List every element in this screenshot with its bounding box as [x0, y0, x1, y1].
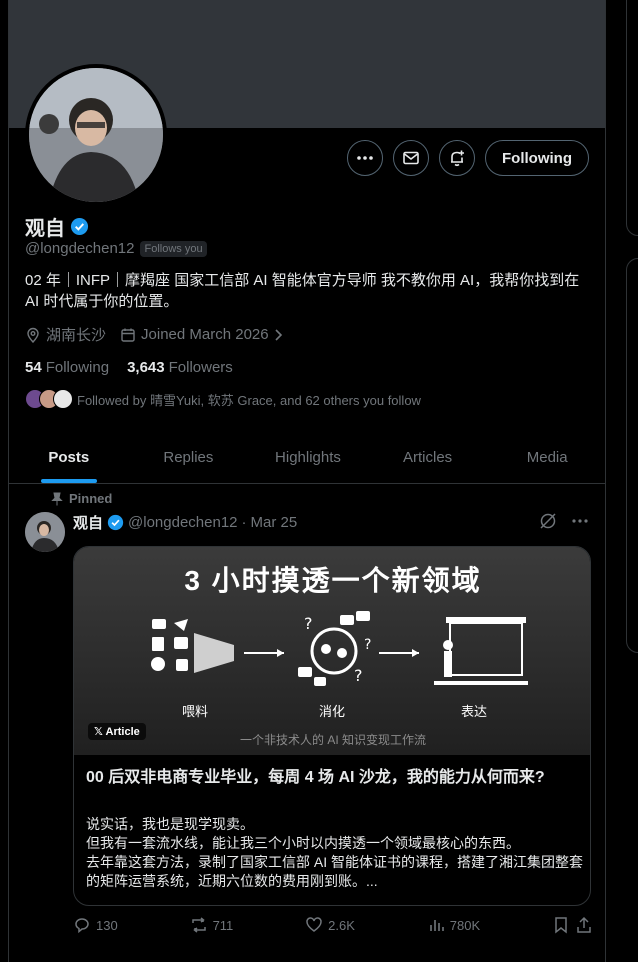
dot-separator: ·: [241, 514, 247, 531]
step-digest-label: 消化: [319, 704, 346, 719]
like-count: 2.6K: [328, 917, 355, 933]
step-feed-label: 喂料: [182, 704, 209, 719]
profile-column: Following 观自 @longdechen12 Follows you 0…: [8, 0, 606, 962]
joined-item[interactable]: Joined March 2026: [120, 326, 284, 343]
followers-label: Followers: [168, 359, 233, 376]
profile-name: 观自: [25, 218, 65, 240]
workflow-illustration: ? ? ?: [151, 611, 528, 686]
grok-icon[interactable]: [539, 512, 557, 530]
verified-icon: [107, 514, 124, 531]
following-stat[interactable]: 54 Following: [25, 359, 109, 376]
more-icon[interactable]: [571, 512, 589, 530]
following-label: Following: [45, 359, 110, 376]
article-excerpt: 说实话，我也是现学现卖。 但我有一套流水线，能让我三个小时以内摸透一个领域最核心…: [86, 816, 584, 889]
profile-actions: Following: [347, 140, 589, 176]
right-sidebar-panel: [626, 0, 638, 236]
reply-count: 130: [96, 917, 118, 933]
tab-posts[interactable]: Posts: [9, 432, 129, 483]
profile-handle-row: @longdechen12 Follows you: [25, 240, 207, 257]
share-icon[interactable]: [575, 916, 593, 934]
notifications-button[interactable]: [439, 140, 476, 176]
bookmark-icon: [555, 917, 567, 934]
profile-tabs: Posts Replies Highlights Articles Media: [9, 432, 605, 484]
heart-icon: [306, 917, 322, 932]
views-count: 780K: [449, 917, 481, 933]
article-cover-image: 3 小时摸透一个新领域 ? ? ? 喂料 消化 表达 一个非技术人的 AI 知识…: [74, 547, 590, 755]
tab-replies[interactable]: Replies: [129, 432, 249, 483]
tab-media[interactable]: Media: [487, 432, 605, 483]
location-pin-icon: [27, 327, 39, 343]
repost-button[interactable]: 711: [190, 916, 234, 934]
profile-name-row: 观自: [25, 212, 89, 241]
reply-button[interactable]: 130: [73, 916, 118, 934]
bell-plus-icon: [451, 150, 465, 167]
reply-icon: [75, 918, 89, 934]
profile-bio: 02 年｜INFP｜摩羯座 国家工信部 AI 智能体官方导师 我不教你用 AI，…: [25, 272, 580, 310]
post-header: 观自 @longdechen12 · Mar 25: [73, 512, 297, 533]
location-item: 湖南长沙: [25, 324, 106, 345]
views-button[interactable]: 780K: [427, 916, 480, 934]
followed-by-avatars: [25, 389, 73, 409]
follows-you-badge: Follows you: [140, 240, 207, 257]
svg-text:?: ?: [304, 614, 313, 633]
follow-stats: 54 Following 3,643 Followers: [25, 359, 233, 376]
more-icon: [357, 156, 373, 160]
repost-icon: [191, 917, 206, 933]
cover-caption: 一个非技术人的 AI 知识变现工作流: [239, 733, 426, 747]
views-chart-icon: [429, 920, 444, 931]
pinned-indicator: Pinned: [51, 491, 112, 506]
post-author-avatar[interactable]: [25, 512, 65, 552]
post-date[interactable]: Mar 25: [251, 514, 298, 531]
profile-handle: @longdechen12: [25, 240, 135, 257]
repost-count: 711: [212, 917, 234, 933]
bookmark-button[interactable]: [552, 916, 593, 934]
x-logo-icon: 𝕏: [94, 726, 106, 738]
article-badge: 𝕏 Article: [88, 723, 146, 740]
post-engagement-bar: 130 711 2.6K 780K: [73, 916, 593, 934]
following-count: 54: [25, 359, 42, 376]
post-author-name[interactable]: 观自: [73, 512, 103, 533]
joined-text: Joined March 2026: [141, 326, 269, 343]
followers-stat[interactable]: 3,643 Followers: [127, 359, 233, 376]
article-card[interactable]: 3 小时摸透一个新领域 ? ? ? 喂料 消化 表达 一个非技术人的 AI 知识…: [73, 546, 591, 906]
message-button[interactable]: [393, 140, 430, 176]
following-button[interactable]: Following: [485, 140, 589, 176]
calendar-icon: [121, 328, 135, 342]
verified-icon[interactable]: [70, 217, 89, 236]
chevron-right-icon: [275, 328, 282, 341]
location-text: 湖南长沙: [46, 327, 107, 344]
mini-avatar: [53, 389, 73, 409]
tab-highlights[interactable]: Highlights: [248, 432, 368, 483]
cover-title: 3 小时摸透一个新领域: [184, 565, 482, 596]
envelope-icon: [403, 151, 419, 165]
profile-meta: 湖南长沙 Joined March 2026: [25, 324, 284, 345]
right-sidebar-panel: [626, 258, 638, 653]
article-badge-text: Article: [105, 726, 140, 738]
profile-avatar[interactable]: [25, 64, 167, 206]
more-options-button[interactable]: [347, 140, 384, 176]
pinned-label: Pinned: [69, 491, 113, 506]
post-header-actions: [539, 512, 589, 530]
svg-text:?: ?: [354, 666, 363, 685]
followed-by-text: Followed by 晴雪Yuki, 软苏 Grace, and 62 oth…: [77, 392, 421, 408]
tab-articles[interactable]: Articles: [368, 432, 488, 483]
like-button[interactable]: 2.6K: [305, 916, 355, 934]
step-express-label: 表达: [461, 704, 488, 719]
post-author-handle[interactable]: @longdechen12: [128, 514, 237, 531]
svg-text:?: ?: [364, 637, 371, 653]
followed-by-row[interactable]: Followed by 晴雪Yuki, 软苏 Grace, and 62 oth…: [25, 389, 421, 409]
pin-icon: [51, 492, 63, 505]
followers-count: 3,643: [127, 359, 165, 376]
article-headline: 00 后双非电商专业毕业，每周 4 场 AI 沙龙，我的能力从何而来?: [86, 769, 545, 786]
